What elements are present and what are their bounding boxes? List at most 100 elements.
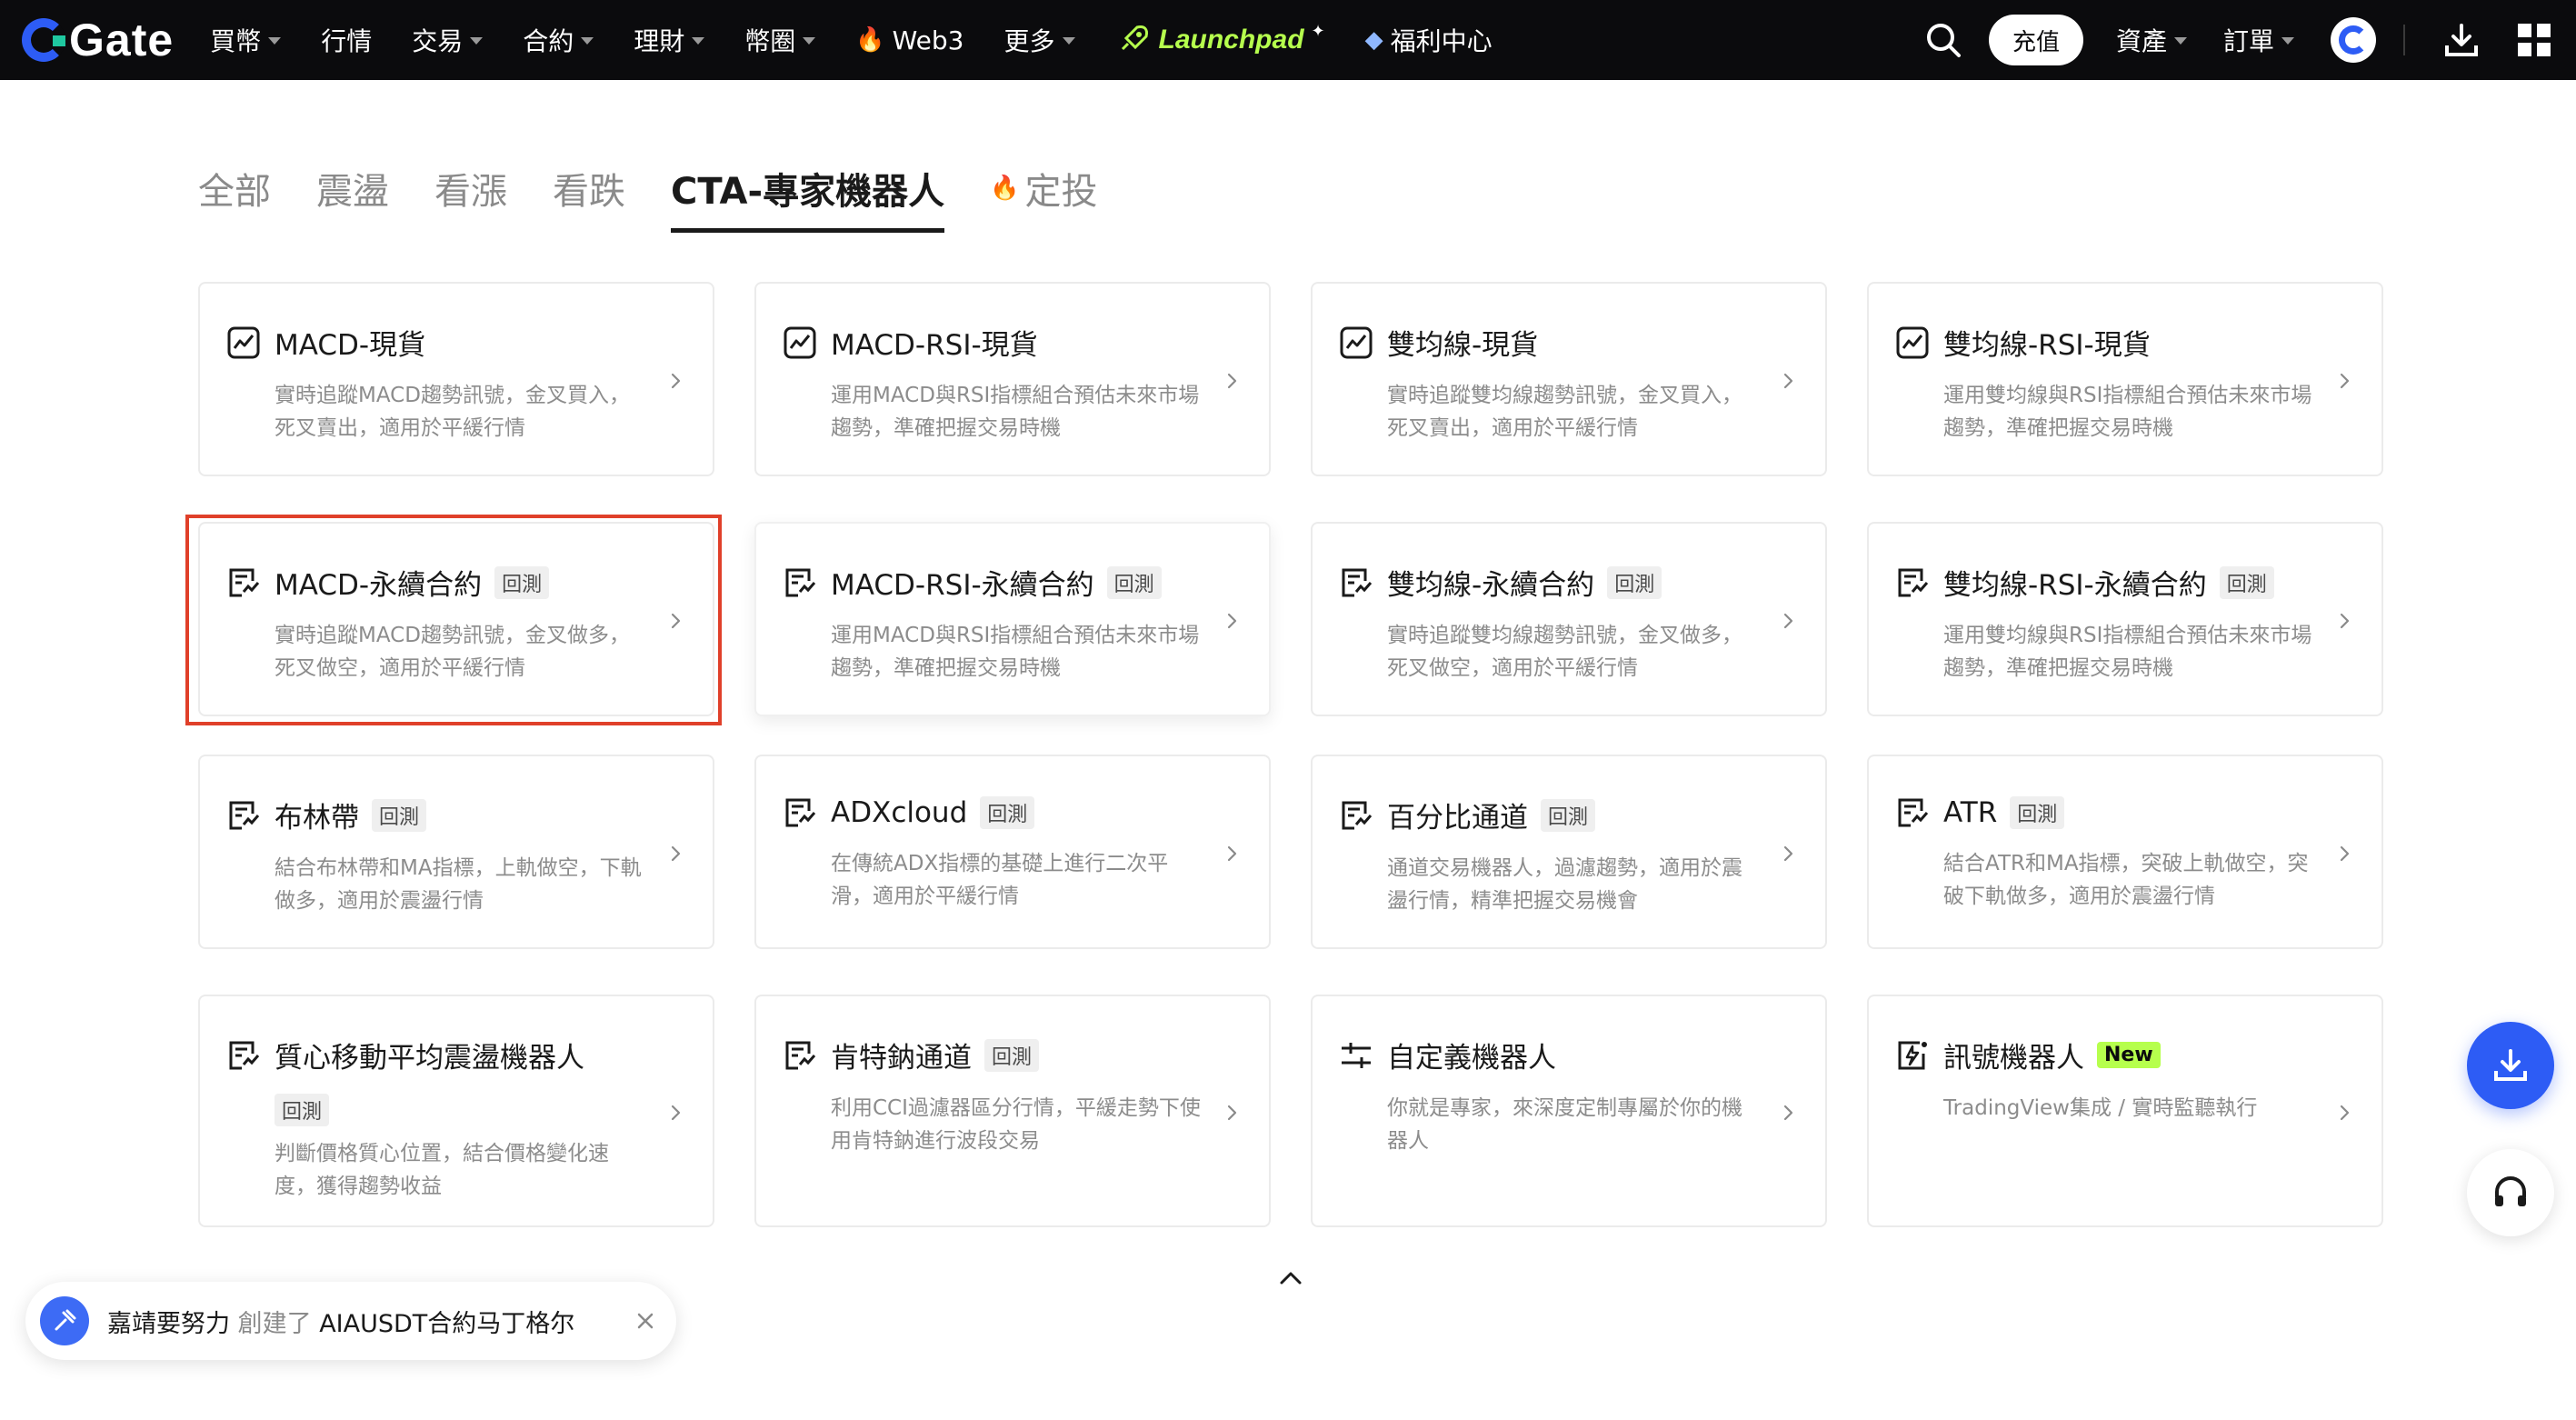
chevron-right-icon: [2340, 1105, 2350, 1121]
bot-card-header: 布林帶 回測: [225, 795, 685, 835]
bot-card[interactable]: MACD-永續合約 回測 實時追蹤MACD趨勢訊號，金叉做多，死叉做空，適用於平緩行…: [198, 522, 714, 716]
chevron-right-icon: [671, 1105, 681, 1121]
tab-cta-expert-bots[interactable]: CTA-專家機器人: [671, 162, 945, 233]
gate-logo-icon: [2339, 25, 2368, 55]
bot-card[interactable]: 雙均線-RSI-現貨 運用雙均線與RSI指標組合預估未來市場趨勢，準確把握交易時機: [1867, 282, 2383, 476]
chevron-right-icon: [671, 373, 681, 389]
chevron-right-icon: [671, 845, 681, 862]
nav-buy-crypto[interactable]: 買幣: [210, 22, 282, 58]
bot-card-description: 結合布林帶和MA指標，上軌做空，下軌做多，適用於震盪行情: [275, 856, 642, 913]
nav-futures[interactable]: 合約: [523, 22, 594, 58]
contract-doc-icon: [229, 568, 260, 596]
strategy-tabs: 全部 震盪 看漲 看跌 CTA-專家機器人 🔥 定投: [198, 162, 1143, 233]
grid-menu-icon[interactable]: [2514, 20, 2554, 60]
chevron-right-icon: [671, 613, 681, 629]
bot-card[interactable]: MACD-RSI-永續合約 回測 運用MACD與RSI指標組合預估未來市場趨勢，準確…: [754, 522, 1271, 716]
download-icon[interactable]: [2441, 20, 2481, 60]
toast-action: 創建了: [237, 1309, 312, 1338]
bot-card[interactable]: MACD-RSI-現貨 運用MACD與RSI指標組合預估未來市場趨勢，準確把握交易…: [754, 282, 1271, 476]
chevron-down-icon: [2281, 37, 2294, 45]
chevron-down-icon: [803, 37, 816, 45]
bot-card-description: 你就是專家，來深度定制專屬於你的機器人: [1387, 1096, 1742, 1153]
nav-web3[interactable]: 🔥 Web3: [855, 25, 964, 55]
contract-doc-icon: [1342, 568, 1373, 596]
chevron-right-icon: [1783, 613, 1793, 629]
close-icon[interactable]: [634, 1310, 656, 1332]
nav-label: Web3: [892, 25, 964, 55]
chevron-up-icon[interactable]: [1276, 1264, 1305, 1293]
customer-service-button[interactable]: [2467, 1149, 2554, 1236]
deposit-button[interactable]: 充值: [1988, 15, 2083, 65]
nav-markets[interactable]: 行情: [321, 22, 372, 58]
bot-card-description: 判斷價格質心位置，結合價格變化速度，獲得趨勢收益: [275, 1142, 609, 1198]
gate-logo[interactable]: Gate: [22, 14, 174, 66]
contract-doc-icon: [785, 1041, 816, 1069]
gate-logo-icon: [22, 18, 65, 62]
contract-doc-icon: [229, 1041, 260, 1069]
bot-card[interactable]: MACD-現貨 實時追蹤MACD趨勢訊號，金叉買入，死叉賣出，適用於平緩行情: [198, 282, 714, 476]
new-badge: New: [2097, 1042, 2161, 1068]
search-icon[interactable]: [1922, 18, 1965, 62]
backtest-badge: 回測: [2010, 796, 2065, 829]
nav-label: 合約: [523, 26, 574, 56]
chart-trend-icon: [1896, 326, 1929, 358]
tab-all[interactable]: 全部: [198, 162, 271, 233]
tab-bullish[interactable]: 看漲: [434, 162, 507, 233]
contract-doc-icon: [1898, 798, 1929, 827]
bot-card-title: 雙均線-永續合約: [1387, 569, 1595, 602]
nav-more[interactable]: 更多: [1004, 22, 1075, 58]
bot-card[interactable]: 雙均線-RSI-永續合約 回測 運用雙均線與RSI指標組合預估未來市場趨勢，準確把握…: [1867, 522, 2383, 716]
tab-dca[interactable]: 🔥 定投: [990, 162, 1097, 233]
bot-card[interactable]: 雙均線-現貨 實時追蹤雙均線趨勢訊號，金叉買入，死叉賣出，適用於平緩行情: [1311, 282, 1827, 476]
top-navbar: Gate 買幣 行情 交易 合約 理財 幣圈 🔥 Web3 更多 Launchpa…: [0, 0, 2576, 80]
cube-icon: ◆: [1364, 26, 1383, 54]
bot-card[interactable]: 肯特鈉通道 回測 利用CCI過濾器區分行情，平緩走勢下使用肯特鈉進行波段交易: [754, 995, 1271, 1227]
bot-card-title: 布林帶: [275, 802, 359, 835]
bot-card[interactable]: 布林帶 回測結合布林帶和MA指標，上軌做空，下軌做多，適用於震盪行情: [198, 755, 714, 949]
bot-card-description: 結合ATR和MA指標，突破上軌做空，突破下軌做多，適用於震盪行情: [1943, 852, 2309, 908]
tab-label: 定投: [1024, 171, 1098, 213]
bot-card-title: 質心移動平均震盪機器人: [275, 1042, 584, 1075]
bot-card[interactable]: 質心移動平均震盪機器人 回測 判斷價格質心位置，結合價格變化速度，獲得趨勢收益: [198, 995, 714, 1227]
bot-card-title: 雙均線-現貨: [1387, 329, 1539, 362]
chevron-right-icon: [1227, 613, 1237, 629]
backtest-badge: 回測: [2219, 565, 2274, 599]
bot-card[interactable]: 訊號機器人 New TradingView集成 / 實時監聽執行: [1867, 995, 2383, 1227]
nav-label: 交易: [412, 26, 464, 56]
chart-trend-icon: [227, 326, 260, 358]
avatar[interactable]: [2331, 17, 2376, 63]
download-icon: [2494, 1049, 2527, 1081]
bot-card[interactable]: 自定義機器人 你就是專家，來深度定制專屬於你的機器人: [1311, 995, 1827, 1227]
sparkle-icon: ✦: [1311, 21, 1325, 41]
nav-label: 行情: [321, 26, 373, 56]
nav-trade[interactable]: 交易: [412, 22, 484, 58]
bot-card[interactable]: 百分比通道 回測 通道交易機器人，過濾趨勢，適用於震盪行情，精準把握交易機會: [1311, 755, 1827, 949]
nav-community[interactable]: 幣圈: [744, 22, 816, 58]
bot-card-description: TradingView集成 / 實時監聽執行: [1943, 1096, 2258, 1120]
bot-card-header: ADXcloud 回測: [782, 795, 1242, 831]
chevron-down-icon: [268, 37, 282, 45]
sliders-icon: [1342, 1042, 1371, 1068]
nav-tools: 充值 資產 訂單: [1922, 15, 2554, 65]
nav-label: 福利中心: [1390, 26, 1493, 56]
nav-assets[interactable]: 資產: [2116, 22, 2187, 58]
divider: [2403, 25, 2405, 55]
activity-toast: 嘉靖要努力 創建了 AIAUSDT合約马丁格尔: [25, 1282, 676, 1360]
backtest-badge: 回測: [1106, 565, 1162, 599]
toast-user: 嘉靖要努力: [107, 1309, 230, 1338]
tab-bearish[interactable]: 看跌: [553, 162, 625, 233]
tab-oscillation[interactable]: 震盪: [316, 162, 389, 233]
bot-card[interactable]: ATR 回測 結合ATR和MA指標，突破上軌做空，突破下軌做多，適用於震盪行情: [1867, 755, 2383, 949]
download-app-button[interactable]: [2467, 1022, 2554, 1109]
backtest-badge: 回測: [372, 798, 427, 832]
nav-launchpad[interactable]: Launchpad ✦: [1115, 22, 1325, 58]
chart-trend-icon: [1340, 326, 1373, 358]
contract-doc-icon: [785, 798, 816, 827]
nav-welfare-center[interactable]: ◆ 福利中心: [1365, 22, 1493, 58]
bot-card[interactable]: 雙均線-永續合約 回測 實時追蹤雙均線趨勢訊號，金叉做多，死叉做空，適用於平緩行情: [1311, 522, 1827, 716]
bot-card[interactable]: ADXcloud 回測 在傳統ADX指標的基礎上進行二次平滑，適用於平緩行情: [754, 755, 1271, 949]
nav-earn[interactable]: 理財: [634, 22, 705, 58]
backtest-badge: 回測: [980, 796, 1035, 829]
nav-orders[interactable]: 訂單: [2223, 22, 2294, 58]
bot-card-header: MACD-永續合約 回測: [225, 562, 685, 603]
